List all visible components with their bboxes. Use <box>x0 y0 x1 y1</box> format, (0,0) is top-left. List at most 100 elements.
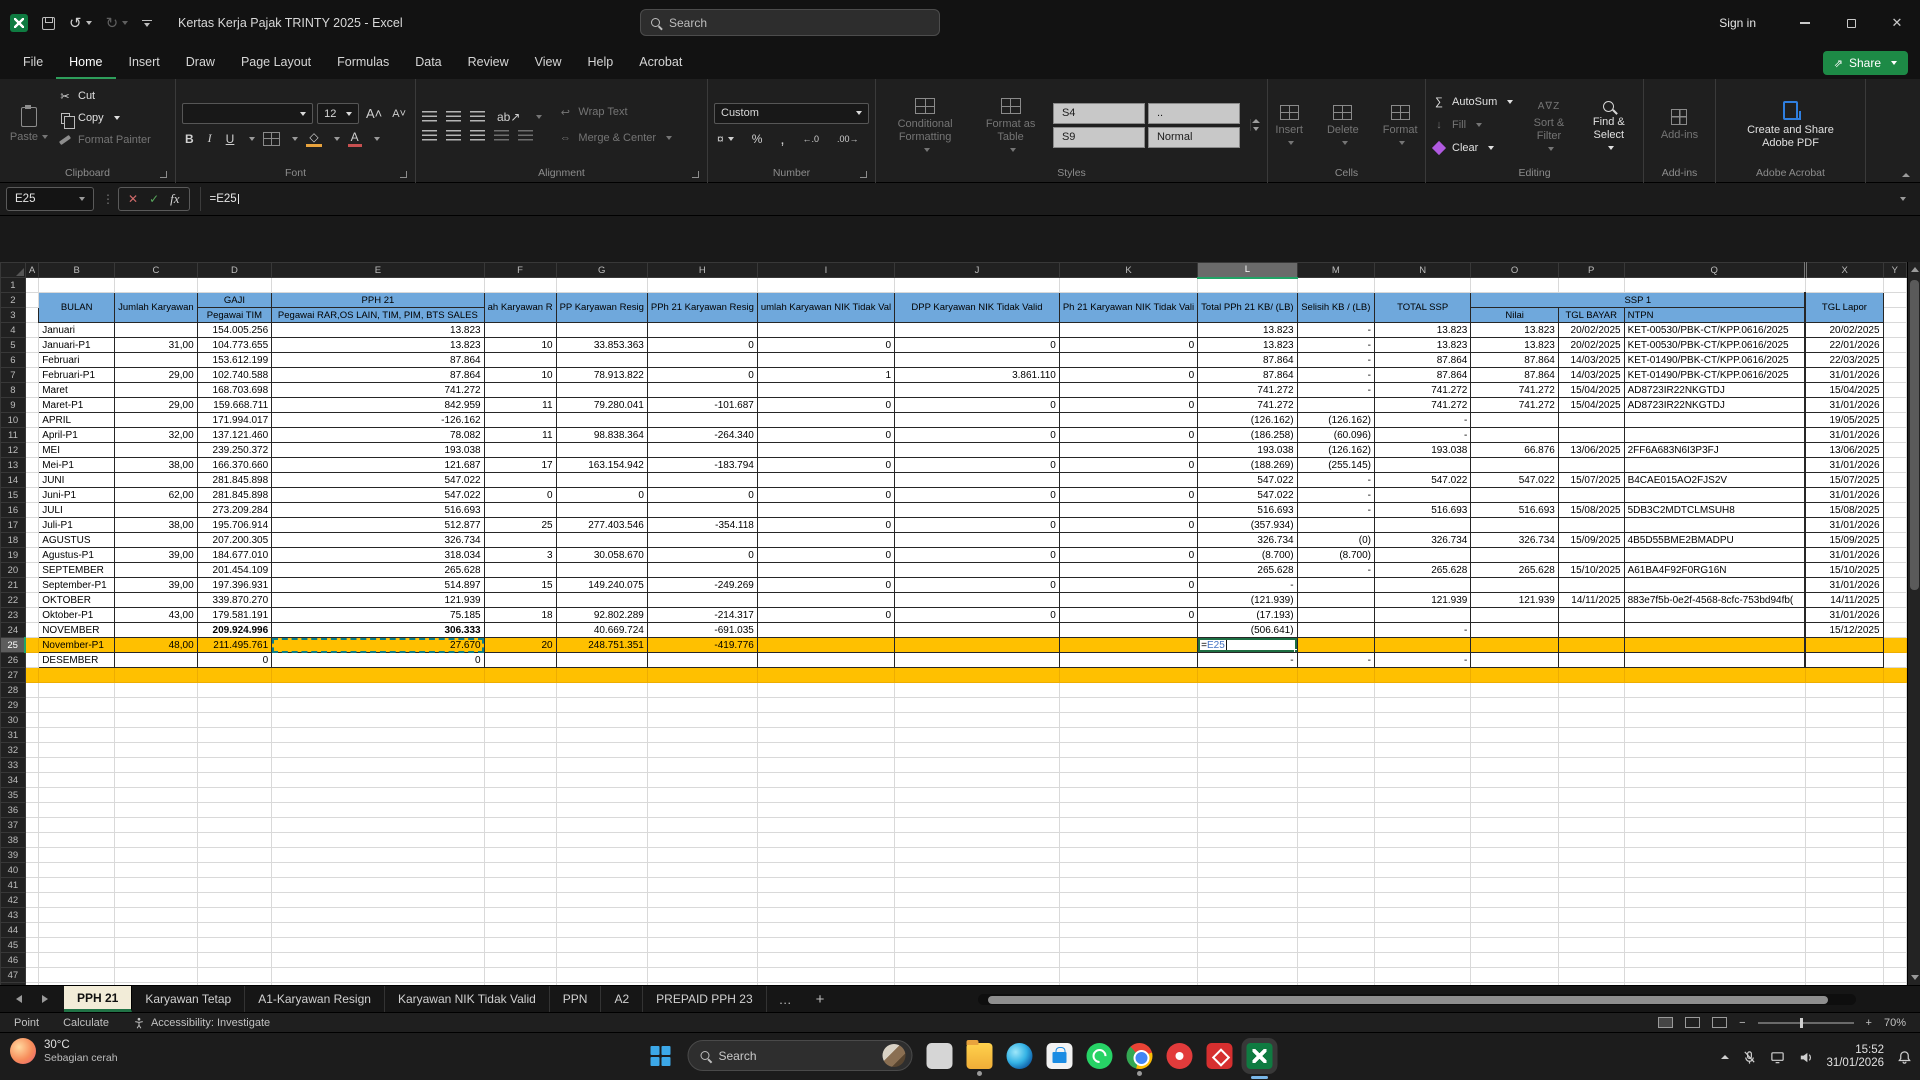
row-header-20[interactable]: 20 <box>0 562 26 578</box>
cell-P7[interactable]: 14/03/2025 <box>1557 367 1625 383</box>
cell-I15[interactable]: 0 <box>756 487 896 503</box>
chrome-icon[interactable] <box>1126 1042 1153 1076</box>
cell-Q33[interactable] <box>1623 757 1806 773</box>
cell-L44[interactable] <box>1197 922 1298 938</box>
cell-C9[interactable]: 29,00 <box>114 397 198 413</box>
cell-M16[interactable]: - <box>1296 502 1376 518</box>
row-header-36[interactable]: 36 <box>0 802 26 818</box>
whatsapp-icon[interactable] <box>1086 1042 1113 1069</box>
cell-B27[interactable] <box>38 667 116 683</box>
row-header-4[interactable]: 4 <box>0 322 26 338</box>
cell-J42[interactable] <box>894 892 1060 908</box>
cell-M36[interactable] <box>1296 802 1376 818</box>
ribbon-tab-help[interactable]: Help <box>575 49 627 79</box>
cell-N6[interactable]: 87.864 <box>1373 352 1472 368</box>
cell-O8[interactable]: 741.272 <box>1470 382 1559 398</box>
cell-I45[interactable] <box>756 937 896 953</box>
cell-I46[interactable] <box>756 952 896 968</box>
cell-Y31[interactable] <box>1882 727 1907 743</box>
cell-Y45[interactable] <box>1882 937 1907 953</box>
cell-Q43[interactable] <box>1623 907 1806 923</box>
cell-I19[interactable]: 0 <box>756 547 896 563</box>
cell-E36[interactable] <box>271 802 485 818</box>
cell-X37[interactable] <box>1804 817 1884 833</box>
cell-P1[interactable] <box>1557 277 1625 293</box>
cell-H47[interactable] <box>646 967 758 983</box>
cell-P29[interactable] <box>1557 697 1625 713</box>
cell-G35[interactable] <box>555 787 648 803</box>
col-header-M[interactable]: M <box>1296 262 1376 278</box>
cell-A26[interactable] <box>24 652 40 668</box>
cell-Y14[interactable] <box>1882 472 1907 488</box>
cell-I41[interactable] <box>756 877 896 893</box>
cell-P27[interactable] <box>1557 667 1625 683</box>
cell-K35[interactable] <box>1058 787 1199 803</box>
cell-O25[interactable] <box>1470 637 1559 653</box>
cell-X42[interactable] <box>1804 892 1884 908</box>
cell-C5[interactable]: 31,00 <box>114 337 198 353</box>
cell-X16[interactable]: 15/08/2025 <box>1804 502 1884 518</box>
cell-P41[interactable] <box>1557 877 1625 893</box>
cell-A27[interactable] <box>24 667 40 683</box>
cell-J32[interactable] <box>894 742 1060 758</box>
cell-D38[interactable] <box>196 832 273 848</box>
col-header-G[interactable]: G <box>555 262 648 278</box>
cell-E10[interactable]: -126.162 <box>271 412 485 428</box>
clear-button[interactable]: Clear <box>1431 138 1513 158</box>
cell-B5[interactable]: Januari-P1 <box>38 337 116 353</box>
cell-I22[interactable] <box>756 592 896 608</box>
cell-A42[interactable] <box>24 892 40 908</box>
excel-icon[interactable] <box>1246 1042 1273 1079</box>
cell-P45[interactable] <box>1557 937 1625 953</box>
cell-H6[interactable] <box>646 352 758 368</box>
cell-X26[interactable] <box>1804 652 1884 668</box>
cell-C40[interactable] <box>114 862 198 878</box>
cell-X33[interactable] <box>1804 757 1884 773</box>
cell-O19[interactable] <box>1470 547 1559 563</box>
cell-D20[interactable]: 201.454.109 <box>196 562 273 578</box>
cell-M42[interactable] <box>1296 892 1376 908</box>
font-dialog-launcher[interactable] <box>400 171 407 178</box>
cell-N32[interactable] <box>1373 742 1472 758</box>
cell-J34[interactable] <box>894 772 1060 788</box>
col-header-O[interactable]: O <box>1470 262 1559 278</box>
cell-B9[interactable]: Maret-P1 <box>38 397 116 413</box>
cell-M40[interactable] <box>1296 862 1376 878</box>
cell-K14[interactable] <box>1058 472 1199 488</box>
cell-C6[interactable] <box>114 352 198 368</box>
cell-K25[interactable] <box>1058 637 1199 653</box>
cell-B20[interactable]: SEPTEMBER <box>38 562 116 578</box>
cell-H27[interactable] <box>646 667 758 683</box>
scroll-up-icon[interactable] <box>1911 267 1919 272</box>
cell-A22[interactable] <box>24 592 40 608</box>
cell-Y13[interactable] <box>1882 457 1907 473</box>
cell-N8[interactable]: 741.272 <box>1373 382 1472 398</box>
cell-D30[interactable] <box>196 712 273 728</box>
cell-O43[interactable] <box>1470 907 1559 923</box>
cell-D12[interactable]: 239.250.372 <box>196 442 273 458</box>
cell-E18[interactable]: 326.734 <box>271 532 485 548</box>
cell-M9[interactable] <box>1296 397 1376 413</box>
cell-L6[interactable]: 87.864 <box>1197 352 1298 368</box>
cell-N41[interactable] <box>1373 877 1472 893</box>
underline-button[interactable]: U <box>223 132 238 146</box>
cell-B15[interactable]: Juni-P1 <box>38 487 116 503</box>
cell-N29[interactable] <box>1373 697 1472 713</box>
cell-H7[interactable]: 0 <box>646 367 758 383</box>
cell-B25[interactable]: November-P1 <box>38 637 116 653</box>
cell-I23[interactable]: 0 <box>756 607 896 623</box>
cell-D15[interactable]: 281.845.898 <box>196 487 273 503</box>
cell-I24[interactable] <box>756 622 896 638</box>
cell-K1[interactable] <box>1058 277 1199 293</box>
cell-O24[interactable] <box>1470 622 1559 638</box>
cell-C39[interactable] <box>114 847 198 863</box>
cell-M25[interactable] <box>1296 637 1376 653</box>
cell-P47[interactable] <box>1557 967 1625 983</box>
cell-H25[interactable]: -419.776 <box>646 637 758 653</box>
cell-B35[interactable] <box>38 787 116 803</box>
cell-D16[interactable]: 273.209.284 <box>196 502 273 518</box>
cell-C31[interactable] <box>114 727 198 743</box>
cell-M29[interactable] <box>1296 697 1376 713</box>
cell-K16[interactable] <box>1058 502 1199 518</box>
cell-X7[interactable]: 31/01/2026 <box>1804 367 1884 383</box>
